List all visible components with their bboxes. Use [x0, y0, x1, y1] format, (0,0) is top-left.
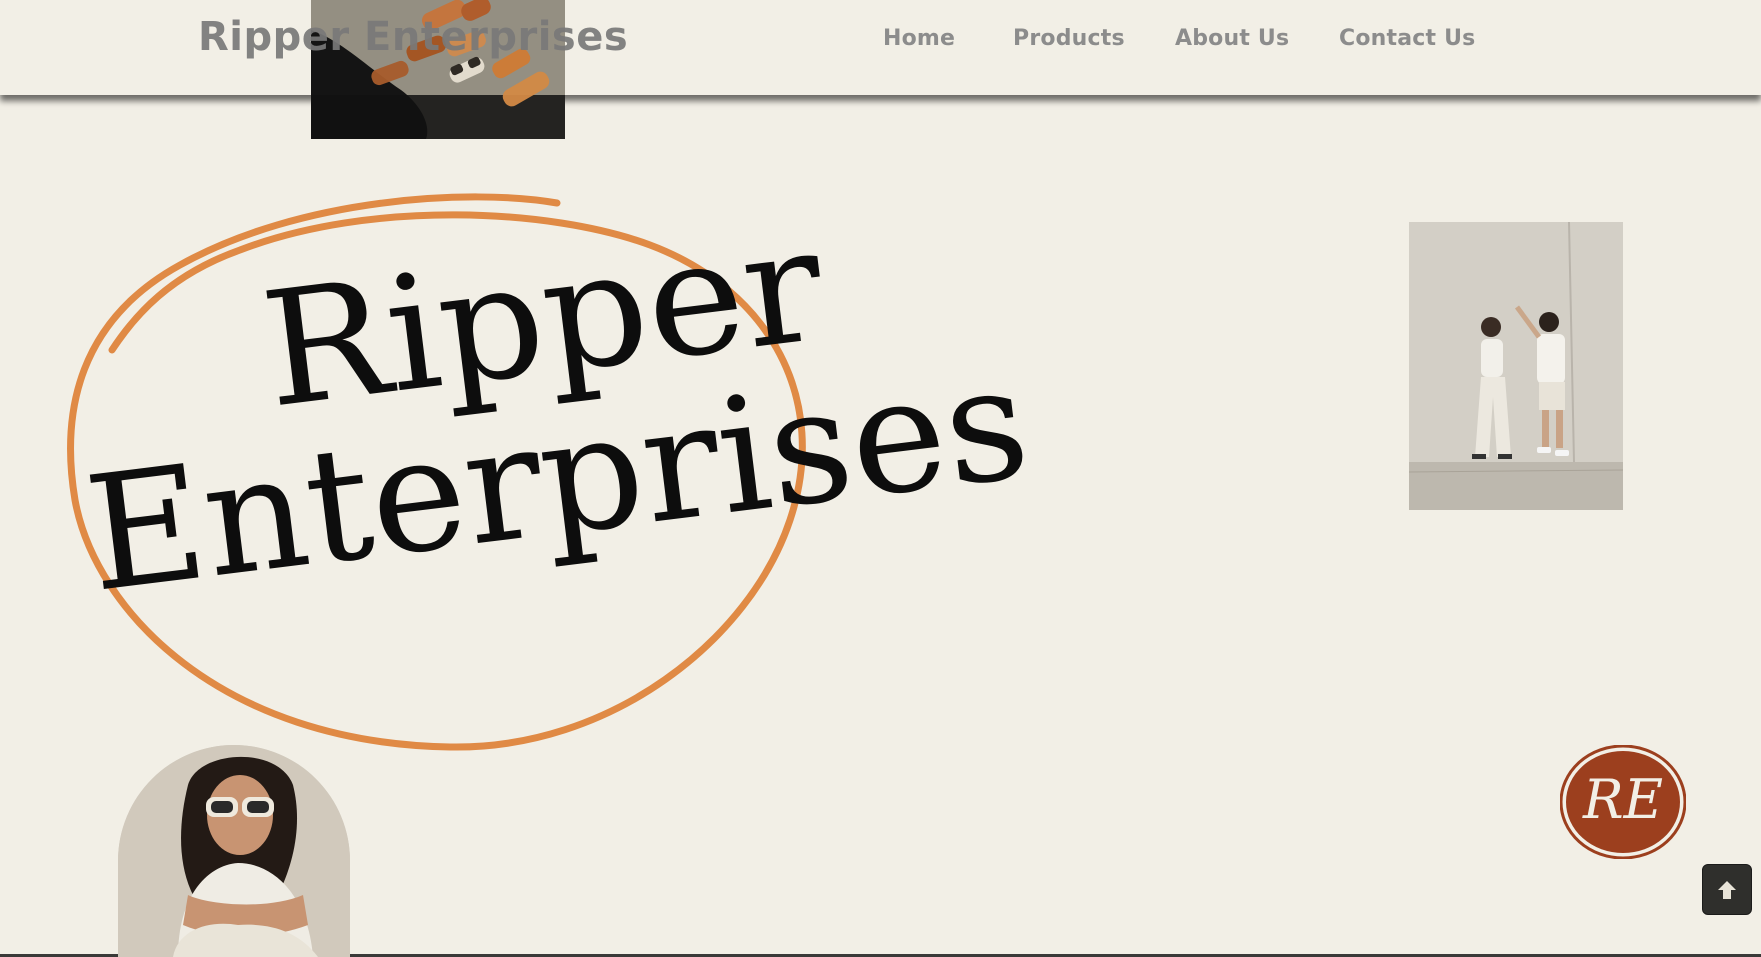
nav-products[interactable]: Products [1013, 26, 1125, 51]
page: Ripper Enterprises Home Products About U… [0, 0, 1761, 957]
nav-about-us[interactable]: About Us [1175, 26, 1289, 51]
woman-image [118, 745, 350, 957]
re-monogram-badge: RE [1560, 745, 1686, 859]
site-brand-link[interactable]: Ripper Enterprises [198, 14, 628, 60]
nav-contact-us[interactable]: Contact Us [1339, 26, 1475, 51]
arrow-up-icon [1718, 880, 1736, 899]
nav-home[interactable]: Home [883, 26, 955, 51]
hero-logo: Ripper Enterprises [67, 193, 1038, 751]
back-to-top-button[interactable] [1702, 864, 1752, 915]
woman-sunglasses-photo [118, 745, 350, 957]
re-monogram-text: RE [1582, 768, 1663, 831]
couple-photo [1409, 222, 1623, 510]
couple-image [1409, 222, 1623, 510]
